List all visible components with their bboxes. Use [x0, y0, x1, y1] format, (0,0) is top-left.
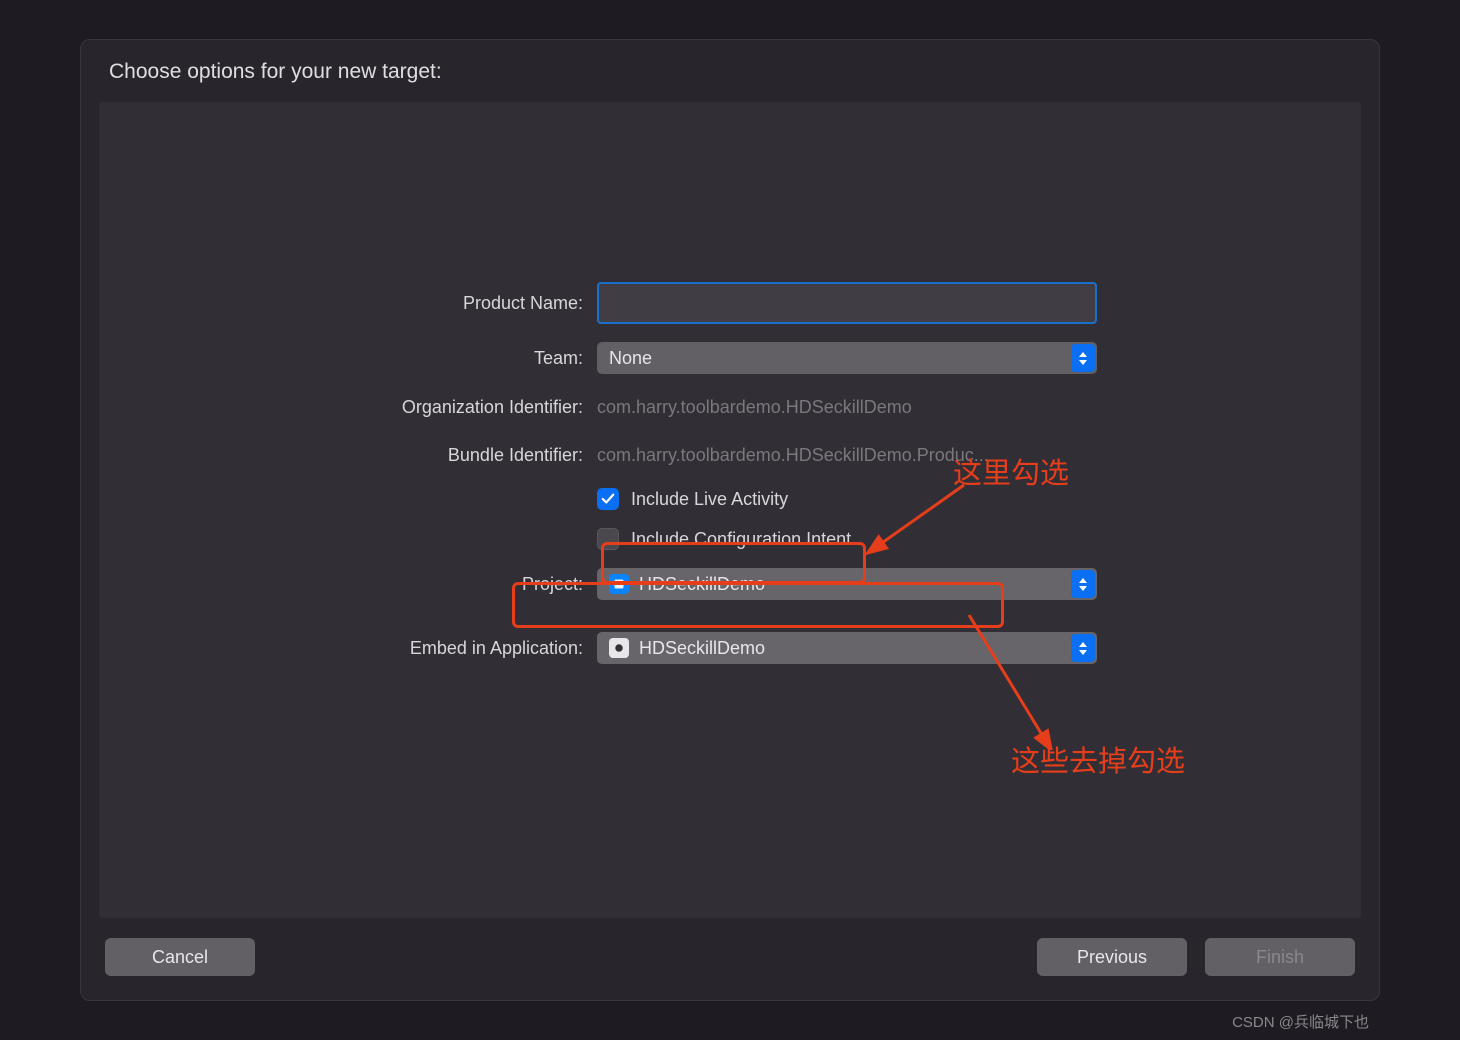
org-id-row: Organization Identifier: com.harry.toolb… — [99, 392, 1361, 422]
embed-label: Embed in Application: — [99, 638, 597, 659]
form-panel: Product Name: Team: None Organization Id… — [99, 102, 1361, 918]
embed-dropdown[interactable]: HDSeckillDemo — [597, 632, 1097, 664]
bundle-id-label: Bundle Identifier: — [99, 445, 597, 466]
button-bar: Cancel Previous Finish — [81, 918, 1379, 1000]
new-target-options-dialog: Choose options for your new target: Prod… — [80, 39, 1380, 1001]
config-intent-checkbox[interactable] — [597, 528, 619, 550]
annotation-uncheck-these: 这些去掉勾选 — [1011, 738, 1185, 780]
dropdown-arrows-icon — [1071, 344, 1095, 372]
product-name-input[interactable] — [597, 282, 1097, 324]
embed-value: HDSeckillDemo — [639, 638, 765, 659]
org-id-label: Organization Identifier: — [99, 397, 597, 418]
cancel-button[interactable]: Cancel — [105, 938, 255, 976]
team-dropdown[interactable]: None — [597, 342, 1097, 374]
project-label: Project: — [99, 574, 597, 595]
bundle-id-value: com.harry.toolbardemo.HDSeckillDemo.Prod… — [597, 440, 1087, 470]
product-name-label: Product Name: — [99, 293, 597, 314]
config-intent-label: Include Configuration Intent — [631, 529, 851, 550]
dialog-title: Choose options for your new target: — [81, 40, 1379, 102]
xcode-project-icon — [609, 574, 629, 594]
project-value: HDSeckillDemo — [639, 574, 765, 595]
live-activity-label: Include Live Activity — [631, 489, 788, 510]
team-row: Team: None — [99, 342, 1361, 374]
config-intent-row: Include Configuration Intent — [99, 528, 1361, 550]
checkmark-icon — [601, 492, 615, 506]
dropdown-arrows-icon — [1071, 570, 1095, 598]
dropdown-arrows-icon — [1071, 634, 1095, 662]
team-value: None — [609, 348, 652, 369]
project-dropdown[interactable]: HDSeckillDemo — [597, 568, 1097, 600]
org-id-value: com.harry.toolbardemo.HDSeckillDemo — [597, 392, 1087, 422]
watermark: CSDN @兵临城下也 — [1232, 1011, 1369, 1032]
finish-button[interactable]: Finish — [1205, 938, 1355, 976]
app-target-icon — [609, 638, 629, 658]
project-row: Project: HDSeckillDemo — [99, 568, 1361, 600]
previous-button[interactable]: Previous — [1037, 938, 1187, 976]
live-activity-row: Include Live Activity — [99, 488, 1361, 510]
bundle-id-row: Bundle Identifier: com.harry.toolbardemo… — [99, 440, 1361, 470]
live-activity-checkbox[interactable] — [597, 488, 619, 510]
product-name-row: Product Name: — [99, 282, 1361, 324]
team-label: Team: — [99, 348, 597, 369]
embed-row: Embed in Application: HDSeckillDemo — [99, 632, 1361, 664]
